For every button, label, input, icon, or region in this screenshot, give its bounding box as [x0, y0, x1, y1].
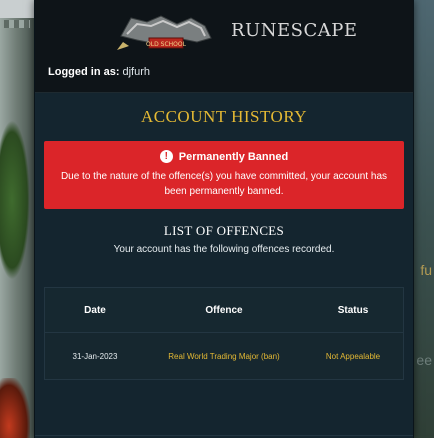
- site-header: OLD SCHOOL RUNESCAPE Logged in as: djfurh: [35, 0, 413, 93]
- osrs-logo-text: OLD SCHOOL: [146, 41, 187, 48]
- logged-in-label: Logged in as:: [48, 66, 120, 78]
- row-status: Not Appealable: [325, 351, 381, 361]
- row-date: 31-Jan-2023: [72, 351, 118, 361]
- ban-alert: ! Permanently Banned Due to the nature o…: [44, 141, 404, 209]
- offences-title: LIST OF OFFENCES: [163, 223, 285, 238]
- offences-table: Date Offence Status 31-Jan-2023 Real Wor…: [44, 287, 404, 380]
- offences-description: Your account has the following offences …: [113, 244, 335, 255]
- column-status: Status: [337, 304, 369, 316]
- table-row: 31-Jan-2023 Real World Trading Major (ba…: [45, 333, 403, 379]
- account-history-panel: OLD SCHOOL RUNESCAPE Logged in as: djfurh…: [34, 0, 414, 438]
- background-fire: [0, 378, 30, 438]
- osrs-logo[interactable]: OLD SCHOOL: [117, 12, 215, 52]
- background-right: [412, 0, 434, 438]
- username: djfurh: [122, 66, 151, 78]
- alert-header: ! Permanently Banned: [52, 150, 396, 163]
- panel-divider: [35, 435, 413, 436]
- alert-message: Due to the nature of the offence(s) you …: [60, 171, 388, 197]
- column-offence: Offence: [205, 304, 243, 316]
- table-header: Date Offence Status: [45, 288, 403, 333]
- exclamation-icon: !: [159, 150, 173, 163]
- alert-title: Permanently Banned: [178, 150, 289, 163]
- background-tree: [0, 120, 30, 280]
- column-date: Date: [84, 304, 106, 316]
- background-text-fragment-2: ee: [416, 352, 432, 368]
- row-offence: Real World Trading Major (ban): [168, 351, 280, 361]
- background-text-fragment: fu: [420, 262, 432, 278]
- logged-in-status: Logged in as: djfurh: [48, 66, 150, 78]
- runescape-logo[interactable]: RUNESCAPE: [231, 20, 357, 41]
- page-title: ACCOUNT HISTORY: [140, 107, 308, 126]
